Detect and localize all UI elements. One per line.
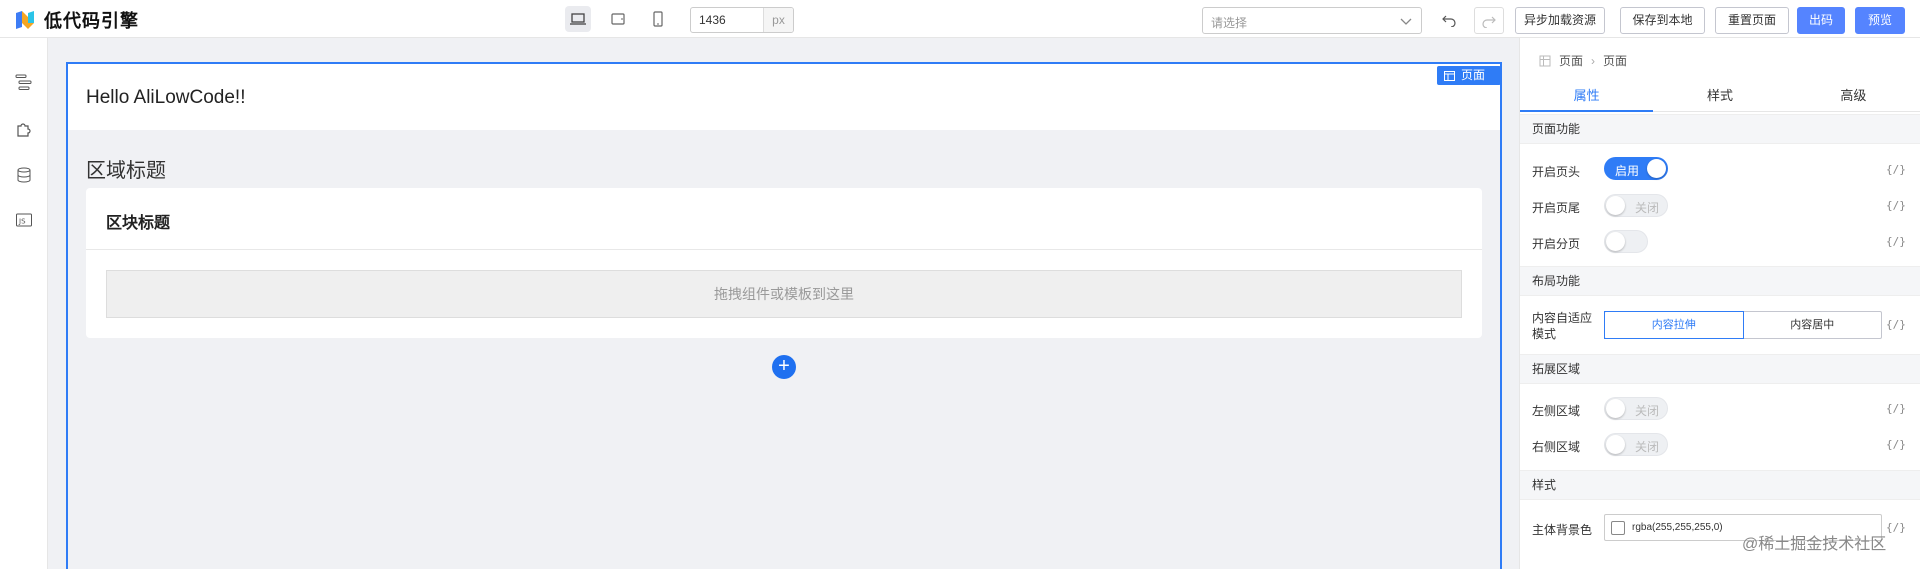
device-tablet-button[interactable]: [605, 6, 631, 32]
color-value: rgba(255,255,255,0): [1632, 522, 1723, 533]
tablet-icon: [611, 13, 625, 25]
left-area-toggle[interactable]: 关闭: [1604, 397, 1668, 420]
page-header-area[interactable]: [68, 64, 1500, 130]
variable-binding-icon[interactable]: {/}: [1886, 199, 1906, 212]
grid-icon: [1539, 55, 1551, 66]
color-swatch[interactable]: [1611, 521, 1625, 535]
toggle-state-text: 关闭: [1635, 440, 1660, 454]
breadcrumb: 页面 › 页面: [1539, 52, 1627, 69]
paging-toggle[interactable]: [1604, 230, 1648, 253]
export-code-button[interactable]: 出码: [1797, 7, 1845, 34]
redo-icon: [1482, 16, 1496, 28]
block-title[interactable]: 区块标题: [106, 209, 170, 233]
left-sidebar: JS: [0, 38, 48, 569]
toggle-knob: [1647, 159, 1666, 178]
toggle-knob: [1606, 232, 1625, 251]
variable-binding-icon[interactable]: {/}: [1886, 235, 1906, 248]
undo-icon: [1442, 15, 1456, 27]
toggle-state-text: 关闭: [1635, 201, 1660, 215]
breadcrumb-item: 页面: [1603, 54, 1628, 68]
datasource-button[interactable]: [13, 164, 35, 186]
panel-tabs: 属性 样式 高级: [1520, 80, 1920, 112]
phone-icon: [653, 11, 663, 27]
breadcrumb-item[interactable]: 页面: [1559, 52, 1583, 69]
puzzle-icon: [17, 123, 31, 137]
top-toolbar: 低代码引擎 1436 px 请选择 异步加载资源 保存到本地 重置页面 出码 预…: [0, 0, 1920, 38]
js-code-button[interactable]: JS: [13, 209, 35, 231]
toggle-knob: [1606, 435, 1625, 454]
variable-binding-icon[interactable]: {/}: [1886, 438, 1906, 451]
group-style[interactable]: 样式: [1520, 470, 1920, 500]
region-title[interactable]: 区域标题: [86, 154, 166, 183]
content-mode-label: 内容自适应模式: [1532, 311, 1593, 341]
group-page-functions[interactable]: 页面功能: [1520, 114, 1920, 144]
variable-binding-icon[interactable]: {/}: [1886, 521, 1906, 534]
save-local-button[interactable]: 保存到本地: [1620, 7, 1705, 34]
page-node-tag[interactable]: 页面: [1437, 66, 1501, 85]
redo-button[interactable]: [1474, 7, 1504, 34]
page-tag-label: 页面: [1461, 68, 1486, 82]
canvas-width-unit: px: [763, 8, 793, 32]
js-code-icon: JS: [16, 213, 32, 227]
left-area-label: 左侧区域: [1532, 404, 1581, 418]
drop-zone[interactable]: 拖拽组件或模板到这里: [106, 270, 1462, 318]
add-section-button[interactable]: +: [772, 355, 796, 379]
component-library-button[interactable]: [13, 118, 35, 140]
page-icon: [1444, 70, 1455, 81]
tab-advanced[interactable]: 高级: [1787, 80, 1920, 111]
toggle-state-text: 关闭: [1635, 404, 1660, 418]
chevron-right-icon: ›: [1591, 53, 1596, 68]
device-desktop-button[interactable]: [565, 6, 591, 32]
app-title: 低代码引擎: [44, 11, 139, 31]
variable-binding-icon[interactable]: {/}: [1886, 163, 1906, 176]
variable-binding-icon[interactable]: {/}: [1886, 318, 1906, 331]
footer-toggle-label: 开启页尾: [1532, 201, 1581, 215]
app-logo: 低代码引擎: [14, 7, 139, 33]
preview-button[interactable]: 预览: [1855, 7, 1905, 34]
toggle-state-text: 启用: [1615, 164, 1640, 178]
svg-text:JS: JS: [18, 218, 26, 226]
card-divider: [86, 249, 1482, 250]
group-layout-functions[interactable]: 布局功能: [1520, 266, 1920, 296]
undo-button[interactable]: [1438, 9, 1460, 31]
group-extension-area[interactable]: 拓展区域: [1520, 354, 1920, 384]
database-icon: [17, 167, 31, 183]
async-load-button[interactable]: 异步加载资源: [1515, 7, 1605, 34]
variable-binding-icon[interactable]: {/}: [1886, 402, 1906, 415]
hello-text[interactable]: Hello AliLowCode!!: [86, 87, 245, 109]
resource-select[interactable]: 请选择: [1202, 7, 1422, 34]
right-area-label: 右侧区域: [1532, 440, 1581, 454]
canvas-width-input[interactable]: 1436 px: [690, 7, 794, 33]
tab-style[interactable]: 样式: [1653, 80, 1786, 111]
right-area-toggle[interactable]: 关闭: [1604, 433, 1668, 456]
toggle-knob: [1606, 399, 1625, 418]
logo-icon: [14, 9, 36, 31]
chevron-down-icon: [1399, 14, 1413, 31]
toggle-knob: [1606, 196, 1625, 215]
outline-tree-icon: [15, 74, 32, 90]
header-toggle-label: 开启页头: [1532, 165, 1581, 179]
device-phone-button[interactable]: [645, 6, 671, 32]
option-stretch[interactable]: 内容拉伸: [1604, 311, 1744, 339]
header-toggle[interactable]: 启用: [1604, 157, 1668, 180]
bg-color-label: 主体背景色: [1532, 523, 1593, 537]
watermark: @稀土掘金技术社区: [1742, 536, 1887, 553]
reset-page-button[interactable]: 重置页面: [1715, 7, 1789, 34]
footer-toggle[interactable]: 关闭: [1604, 194, 1668, 217]
content-mode-segmented[interactable]: 内容拉伸 内容居中: [1604, 311, 1882, 339]
outline-tree-button[interactable]: [13, 71, 35, 93]
canvas-width-value[interactable]: 1436: [691, 8, 763, 32]
tab-properties[interactable]: 属性: [1520, 80, 1654, 112]
desktop-icon: [570, 13, 586, 25]
option-center[interactable]: 内容居中: [1744, 312, 1882, 338]
paging-toggle-label: 开启分页: [1532, 237, 1581, 251]
select-placeholder: 请选择: [1211, 16, 1248, 30]
